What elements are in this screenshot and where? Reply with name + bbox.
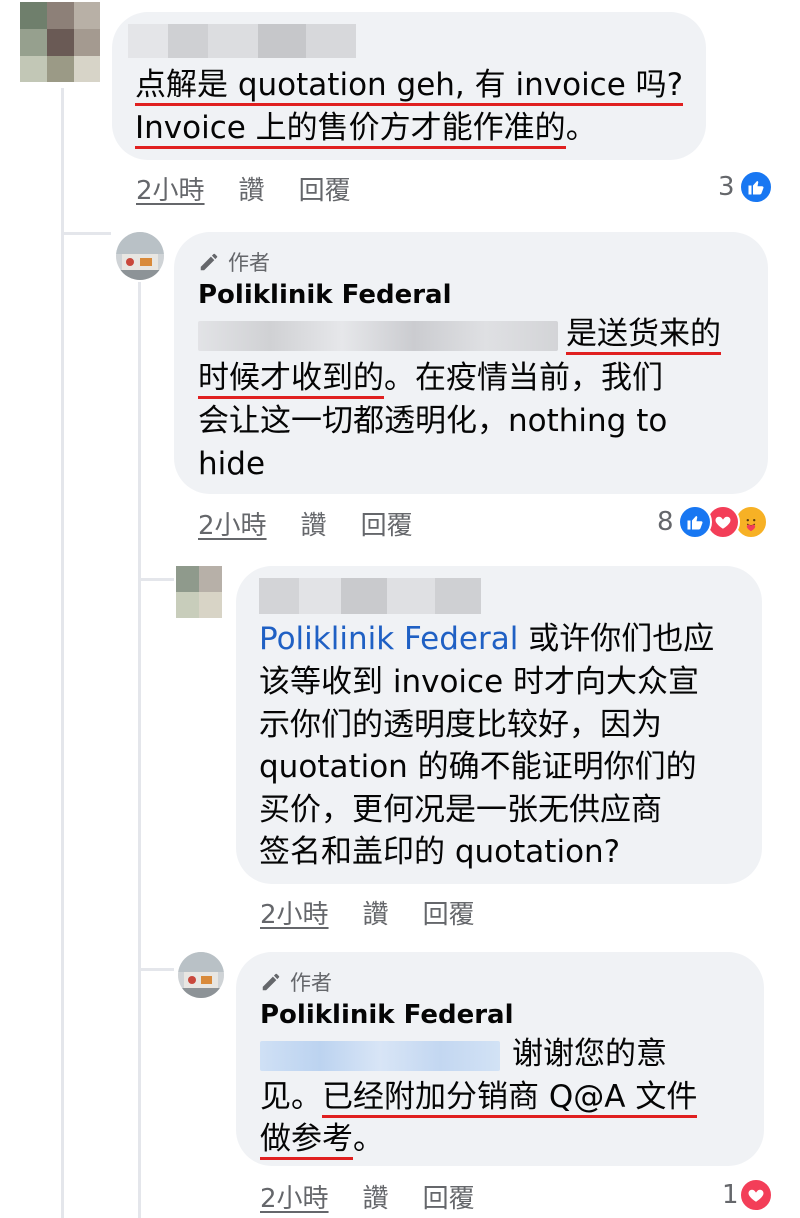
avatar[interactable] bbox=[176, 566, 222, 618]
like-button[interactable]: 讚 bbox=[239, 170, 265, 207]
like-reaction-icon bbox=[677, 505, 712, 539]
comment-text-line: 买价，更何况是一张无供应商 bbox=[259, 792, 662, 828]
commenter-name[interactable]: Poliklinik Federal bbox=[198, 280, 452, 310]
pencil-icon bbox=[200, 253, 218, 271]
timestamp-link[interactable]: 2小時 bbox=[260, 894, 329, 931]
comment-text-line: 谢谢您的意 bbox=[260, 1033, 667, 1076]
comment-actions: 2小時 讚 回覆 bbox=[260, 894, 509, 931]
reaction-summary[interactable]: 1 bbox=[722, 1178, 773, 1212]
thread-branch-1 bbox=[61, 232, 111, 235]
commenter-name-blurred[interactable] bbox=[128, 24, 356, 58]
timestamp-link[interactable]: 2小時 bbox=[198, 505, 267, 542]
comment-text-line: quotation 的确不能证明你们的 bbox=[259, 749, 697, 785]
underlined-text: 做参考 bbox=[260, 1121, 353, 1160]
avatar[interactable] bbox=[116, 232, 164, 280]
comment-text-line: 是送货来的 bbox=[198, 313, 721, 356]
underlined-text: 是送货来的 bbox=[566, 316, 721, 355]
thread-line-nested bbox=[138, 282, 141, 1218]
like-reaction-icon bbox=[738, 170, 773, 204]
like-button[interactable]: 讚 bbox=[363, 1178, 389, 1215]
underlined-text: 已经附加分销商 Q@A 文件 bbox=[322, 1079, 698, 1118]
comment-text-line: hide bbox=[198, 446, 266, 482]
comment-text-line: 见。已经附加分销商 Q@A 文件 bbox=[260, 1076, 698, 1119]
comment-actions: 2小時 讚 回覆 bbox=[136, 170, 385, 207]
timestamp-link[interactable]: 2小時 bbox=[260, 1178, 329, 1215]
redacted-text bbox=[198, 320, 558, 351]
comment-text-line: 做参考。 bbox=[260, 1118, 384, 1161]
reply-button[interactable]: 回覆 bbox=[423, 894, 475, 931]
commenter-name[interactable]: Poliklinik Federal bbox=[260, 1000, 514, 1030]
commenter-name-blurred[interactable] bbox=[259, 578, 481, 614]
timestamp-link[interactable]: 2小時 bbox=[136, 170, 205, 207]
avatar[interactable] bbox=[20, 2, 100, 82]
thread-branch-3 bbox=[138, 968, 174, 971]
reply-button[interactable]: 回覆 bbox=[423, 1178, 475, 1215]
comment-text-line: 会让这一切都透明化，nothing to bbox=[198, 403, 668, 439]
comment-text-line: 示你们的透明度比较好，因为 bbox=[259, 707, 662, 743]
underlined-text: 时候才收到的 bbox=[198, 360, 384, 399]
comment-text-line: 该等收到 invoice 时才向大众宣 bbox=[259, 664, 700, 700]
mention-link[interactable]: Poliklinik Federal bbox=[259, 621, 518, 657]
avatar[interactable] bbox=[178, 952, 224, 998]
thread-branch-2 bbox=[138, 578, 174, 581]
reaction-count: 8 bbox=[657, 507, 674, 537]
reply-button[interactable]: 回覆 bbox=[361, 505, 413, 542]
comment-text-line: 点解是 quotation geh, 有 invoice 吗? bbox=[135, 64, 684, 107]
reply-button[interactable]: 回覆 bbox=[299, 170, 351, 207]
pencil-icon bbox=[262, 973, 280, 991]
reaction-summary[interactable]: 3 bbox=[718, 170, 773, 204]
author-badge: 作者 bbox=[198, 247, 270, 277]
comment-actions: 2小時 讚 回覆 bbox=[260, 1178, 509, 1215]
comment-text-line: 签名和盖印的 quotation? bbox=[259, 834, 621, 870]
comment-text-line: Invoice 上的售价方才能作准的。 bbox=[135, 107, 597, 150]
comment-text-line: Poliklinik Federal 或许你们也应 bbox=[259, 621, 715, 657]
like-button[interactable]: 讚 bbox=[363, 894, 389, 931]
comment-text-line: 时候才收到的。在疫情当前，我们 bbox=[198, 357, 663, 400]
reaction-count: 3 bbox=[718, 172, 735, 202]
comment-actions: 2小時 讚 回覆 bbox=[198, 505, 447, 542]
reaction-summary[interactable]: 8 bbox=[657, 505, 768, 539]
underlined-text: 点解是 quotation geh, 有 invoice 吗? bbox=[135, 67, 684, 106]
redacted-text bbox=[260, 1040, 500, 1071]
love-reaction-icon bbox=[738, 1178, 773, 1212]
reaction-count: 1 bbox=[722, 1180, 739, 1210]
author-badge: 作者 bbox=[260, 967, 332, 997]
thread-line-main bbox=[61, 88, 64, 1218]
like-button[interactable]: 讚 bbox=[301, 505, 327, 542]
underlined-text: Invoice 上的售价方才能作准的 bbox=[135, 110, 566, 149]
